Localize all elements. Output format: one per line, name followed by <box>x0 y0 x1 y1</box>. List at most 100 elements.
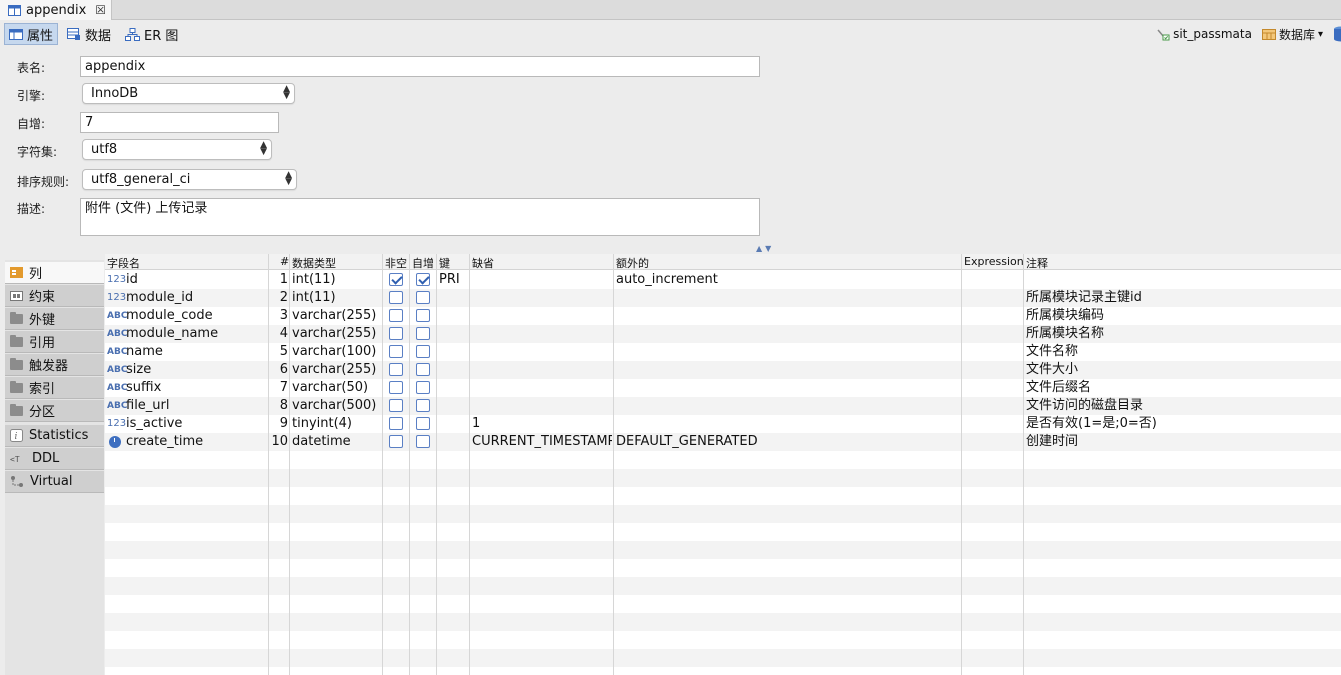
field-name[interactable]: module_code <box>126 307 266 325</box>
auto-increment-checkbox[interactable] <box>416 417 430 430</box>
field-default[interactable] <box>472 397 612 415</box>
field-default[interactable] <box>472 307 612 325</box>
close-tab-icon[interactable]: ☒ <box>95 3 106 17</box>
sidebar-item-partitions[interactable]: 分区 <box>5 400 104 422</box>
auto-increment-checkbox[interactable] <box>416 327 430 340</box>
auto-increment-checkbox[interactable] <box>416 291 430 304</box>
sidebar-item-indexes[interactable]: 索引 <box>5 377 104 399</box>
sidebar-item-virtual[interactable]: Virtual <box>5 471 104 493</box>
field-default[interactable] <box>472 271 612 289</box>
not-null-checkbox[interactable] <box>389 435 403 448</box>
field-comment[interactable]: 所属模块编码 <box>1026 307 1340 325</box>
not-null-checkbox[interactable] <box>389 291 403 304</box>
field-expression[interactable] <box>964 289 1022 307</box>
field-datatype[interactable]: varchar(255) <box>292 325 380 343</box>
field-comment[interactable]: 是否有效(1=是;0=否) <box>1026 415 1340 433</box>
sidebar-item-statistics[interactable]: i Statistics <box>5 425 104 447</box>
field-expression[interactable] <box>964 397 1022 415</box>
collation-select[interactable]: utf8_general_ci ▲ ▼ <box>82 169 297 190</box>
column-header-not-null[interactable]: 非空 <box>385 255 407 271</box>
not-null-checkbox[interactable] <box>389 345 403 358</box>
field-expression[interactable] <box>964 343 1022 361</box>
field-datatype[interactable]: int(11) <box>292 271 380 289</box>
field-comment[interactable]: 文件后缀名 <box>1026 379 1340 397</box>
column-header-extra[interactable]: 额外的 <box>616 255 649 271</box>
column-header-comment[interactable]: 注释 <box>1026 255 1048 271</box>
table-row[interactable]: ABC file_url 8 varchar(500) 文件访问的磁盘目录 <box>105 397 1341 415</box>
field-default[interactable]: 1 <box>472 415 612 433</box>
field-extra[interactable] <box>616 343 960 361</box>
field-expression[interactable] <box>964 271 1022 289</box>
field-expression[interactable] <box>964 379 1022 397</box>
column-header-expression[interactable]: Expression <box>964 255 1024 268</box>
field-expression[interactable] <box>964 415 1022 433</box>
not-null-checkbox[interactable] <box>389 273 403 286</box>
auto-increment-checkbox[interactable] <box>416 309 430 322</box>
editor-tab-appendix[interactable]: appendix ☒ <box>0 0 112 20</box>
field-default[interactable] <box>472 343 612 361</box>
field-extra[interactable] <box>616 325 960 343</box>
field-comment[interactable]: 创建时间 <box>1026 433 1340 451</box>
tab-properties[interactable]: 属性 <box>4 23 59 45</box>
field-name[interactable]: is_active <box>126 415 266 433</box>
auto-increment-checkbox[interactable] <box>416 345 430 358</box>
field-comment[interactable]: 所属模块记录主键id <box>1026 289 1340 307</box>
table-row[interactable]: ABC size 6 varchar(255) 文件大小 <box>105 361 1341 379</box>
sidebar-item-triggers[interactable]: 触发器 <box>5 354 104 376</box>
field-comment[interactable]: 文件访问的磁盘目录 <box>1026 397 1340 415</box>
table-row[interactable]: ABC name 5 varchar(100) 文件名称 <box>105 343 1341 361</box>
not-null-checkbox[interactable] <box>389 381 403 394</box>
table-row[interactable]: 123 is_active 9 tinyint(4) 1 是否有效(1=是;0=否) <box>105 415 1341 433</box>
field-default[interactable] <box>472 379 612 397</box>
table-row[interactable]: 123 module_id 2 int(11) 所属模块记录主键id <box>105 289 1341 307</box>
field-extra[interactable]: auto_increment <box>616 271 960 289</box>
field-expression[interactable] <box>964 433 1022 451</box>
auto-increment-checkbox[interactable] <box>416 273 430 286</box>
table-row[interactable]: create_time 10 datetime CURRENT_TIMESTAMP DE… <box>105 433 1341 451</box>
field-datatype[interactable]: varchar(100) <box>292 343 380 361</box>
tab-er-diagram[interactable]: ER 图 <box>120 23 183 45</box>
field-comment[interactable]: 文件大小 <box>1026 361 1340 379</box>
field-default[interactable] <box>472 325 612 343</box>
auto-increment-input[interactable]: 7 <box>80 112 279 133</box>
charset-select[interactable]: utf8 ▲ ▼ <box>82 139 272 160</box>
table-name-input[interactable]: appendix <box>80 56 760 77</box>
field-datatype[interactable]: tinyint(4) <box>292 415 380 433</box>
auto-increment-checkbox[interactable] <box>416 381 430 394</box>
table-row[interactable]: ABC module_name 4 varchar(255) 所属模块名称 <box>105 325 1341 343</box>
field-name[interactable]: name <box>126 343 266 361</box>
field-name[interactable]: module_name <box>126 325 266 343</box>
not-null-checkbox[interactable] <box>389 417 403 430</box>
field-name[interactable]: module_id <box>126 289 266 307</box>
database-selector[interactable]: 数据库 ▾ <box>1261 26 1323 43</box>
field-extra[interactable] <box>616 379 960 397</box>
field-default[interactable] <box>472 289 612 307</box>
not-null-checkbox[interactable] <box>389 363 403 376</box>
field-name[interactable]: create_time <box>126 433 266 451</box>
database-cylinder-icon[interactable] <box>1333 26 1341 42</box>
field-datatype[interactable]: varchar(500) <box>292 397 380 415</box>
field-datatype[interactable]: datetime <box>292 433 380 451</box>
field-expression[interactable] <box>964 325 1022 343</box>
field-extra[interactable]: DEFAULT_GENERATED <box>616 433 960 451</box>
field-datatype[interactable]: varchar(50) <box>292 379 380 397</box>
field-extra[interactable] <box>616 361 960 379</box>
sidebar-item-ddl[interactable]: <T DDL <box>5 448 104 470</box>
field-extra[interactable] <box>616 415 960 433</box>
sidebar-item-references[interactable]: 引用 <box>5 331 104 353</box>
field-default[interactable] <box>472 361 612 379</box>
auto-increment-checkbox[interactable] <box>416 363 430 376</box>
engine-select[interactable]: InnoDB ▲ ▼ <box>82 83 295 104</box>
field-extra[interactable] <box>616 307 960 325</box>
column-header-default[interactable]: 缺省 <box>472 255 494 271</box>
sidebar-item-constraints[interactable]: 约束 <box>5 285 104 307</box>
not-null-checkbox[interactable] <box>389 327 403 340</box>
auto-increment-checkbox[interactable] <box>416 435 430 448</box>
field-default[interactable]: CURRENT_TIMESTAMP <box>472 433 612 451</box>
column-header-datatype[interactable]: 数据类型 <box>292 255 336 271</box>
field-datatype[interactable]: varchar(255) <box>292 307 380 325</box>
field-expression[interactable] <box>964 307 1022 325</box>
panel-split-handle[interactable]: ▲▼ <box>756 244 774 253</box>
field-expression[interactable] <box>964 361 1022 379</box>
description-textarea[interactable]: 附件 (文件) 上传记录 <box>80 198 760 236</box>
